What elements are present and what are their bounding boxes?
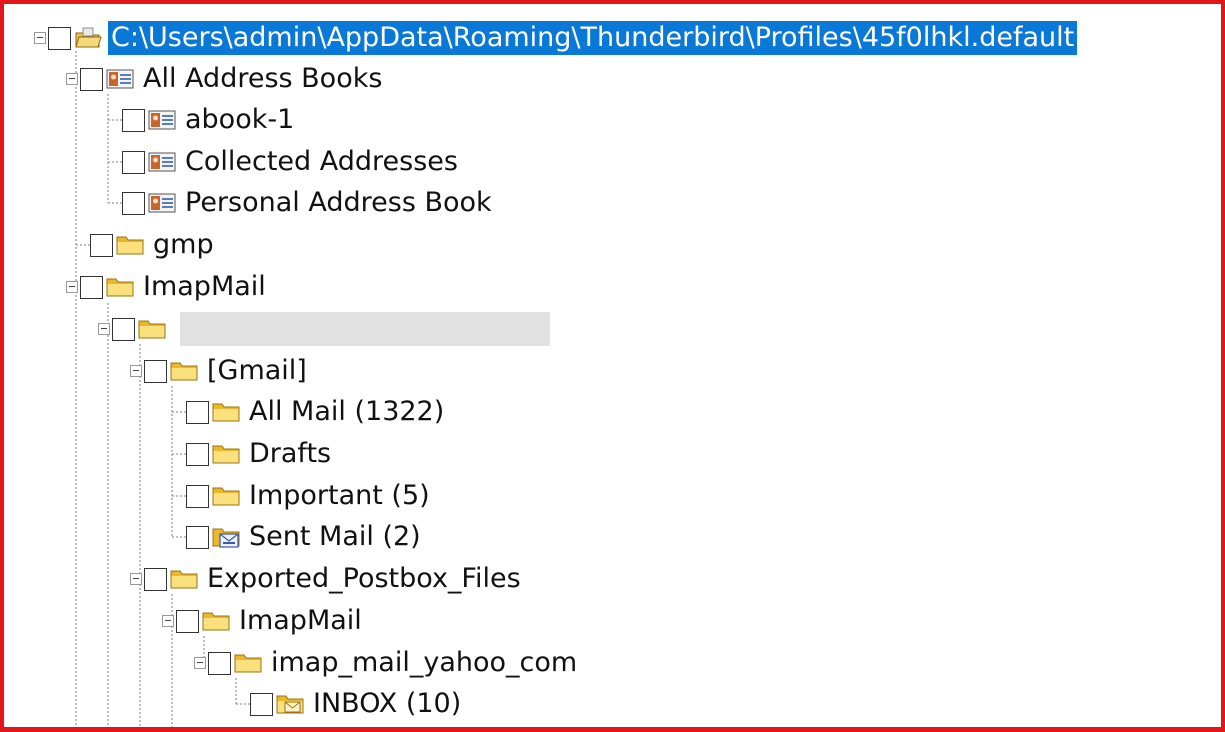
node-label[interactable]: Exported_Postbox_Files [204, 562, 524, 596]
tree-node-address-book[interactable]: Personal Address Book [122, 184, 495, 222]
node-checkbox[interactable] [186, 400, 209, 424]
collapse-toggle[interactable] [162, 615, 174, 627]
node-label[interactable]: Drafts [246, 437, 334, 471]
node-checkbox[interactable] [112, 317, 135, 341]
folder-icon [106, 278, 134, 297]
node-label[interactable]: Collected Addresses [182, 145, 461, 179]
tree-node-imapmail[interactable]: ImapMail [66, 268, 269, 306]
node-checkbox[interactable] [48, 26, 71, 50]
node-label[interactable]: Important (5) [246, 479, 433, 513]
node-label[interactable]: gmp [150, 228, 217, 262]
folder-icon [234, 654, 262, 673]
tree-node-profile-root[interactable]: C:\Users\admin\AppData\Roaming\Thunderbi… [34, 19, 1078, 57]
collapse-toggle[interactable] [98, 323, 110, 335]
collapse-toggle[interactable] [66, 281, 78, 293]
address-book-icon [148, 110, 176, 130]
node-label[interactable]: Sent Mail (2) [246, 520, 424, 554]
node-checkbox[interactable] [176, 609, 199, 633]
node-label[interactable]: C:\Users\admin\AppData\Roaming\Thunderbi… [108, 21, 1078, 55]
sent-mail-icon [212, 528, 240, 548]
tree-node-exported-postbox-files[interactable]: Exported_Postbox_Files [130, 560, 524, 598]
tree-node-exported-imapmail[interactable]: ImapMail [162, 602, 365, 640]
node-checkbox[interactable] [250, 692, 273, 716]
folder-icon [202, 612, 230, 631]
address-book-icon [148, 152, 176, 172]
node-checkbox[interactable] [90, 233, 113, 257]
tree-node-all-mail[interactable]: All Mail (1322) [186, 393, 447, 431]
profile-folder-icon [75, 27, 102, 48]
node-label[interactable]: abook-1 [182, 103, 297, 137]
node-checkbox[interactable] [122, 191, 145, 215]
node-label[interactable]: ImapMail [140, 270, 269, 304]
folder-icon [212, 445, 240, 464]
folder-icon [212, 403, 240, 422]
node-label[interactable]: All Address Books [140, 62, 385, 96]
collapse-toggle[interactable] [130, 573, 142, 585]
folder-icon [212, 487, 240, 506]
node-label[interactable]: imap_mail_yahoo_com [268, 646, 580, 680]
node-label[interactable]: INBOX (10) [310, 687, 464, 721]
folder-icon [138, 320, 166, 339]
tree-node-gmp[interactable]: gmp [90, 226, 217, 264]
node-label[interactable]: All Mail (1322) [246, 395, 447, 429]
address-book-icon [148, 193, 176, 213]
node-checkbox[interactable] [122, 108, 145, 132]
node-checkbox[interactable] [144, 567, 167, 591]
folder-icon [170, 570, 198, 589]
node-label[interactable]: ImapMail [236, 604, 365, 638]
tree-node-address-book[interactable]: abook-1 [122, 101, 297, 139]
redacted-label [180, 312, 550, 346]
folder-icon [116, 236, 144, 255]
tree-node-gmail[interactable]: [Gmail] [130, 352, 310, 390]
node-checkbox[interactable] [186, 484, 209, 508]
folder-icon [170, 362, 198, 381]
tree-node-redacted-account[interactable] [98, 310, 550, 348]
node-checkbox[interactable] [144, 359, 167, 383]
node-checkbox[interactable] [186, 442, 209, 466]
node-checkbox[interactable] [208, 651, 231, 675]
tree-node-imap-mail-yahoo-com[interactable]: imap_mail_yahoo_com [194, 644, 580, 682]
tree-node-inbox[interactable]: INBOX (10) [250, 685, 464, 723]
node-checkbox[interactable] [80, 275, 103, 299]
tree-node-all-address-books[interactable]: All Address Books [66, 60, 385, 98]
folder-tree-panel: C:\Users\admin\AppData\Roaming\Thunderbi… [0, 0, 1225, 732]
collapse-toggle[interactable] [34, 32, 46, 44]
tree-node-sent-mail[interactable]: Sent Mail (2) [186, 518, 424, 556]
node-label[interactable]: [Gmail] [204, 354, 310, 388]
node-checkbox[interactable] [80, 67, 103, 91]
node-label[interactable]: Personal Address Book [182, 186, 495, 220]
tree-node-address-book[interactable]: Collected Addresses [122, 143, 461, 181]
node-checkbox[interactable] [122, 150, 145, 174]
collapse-toggle[interactable] [194, 657, 206, 669]
collapse-toggle[interactable] [130, 365, 142, 377]
inbox-folder-icon [276, 695, 304, 714]
address-book-icon [106, 69, 134, 89]
collapse-toggle[interactable] [66, 73, 78, 85]
tree-node-drafts[interactable]: Drafts [186, 435, 334, 473]
node-checkbox[interactable] [186, 525, 209, 549]
tree-node-important[interactable]: Important (5) [186, 477, 433, 515]
